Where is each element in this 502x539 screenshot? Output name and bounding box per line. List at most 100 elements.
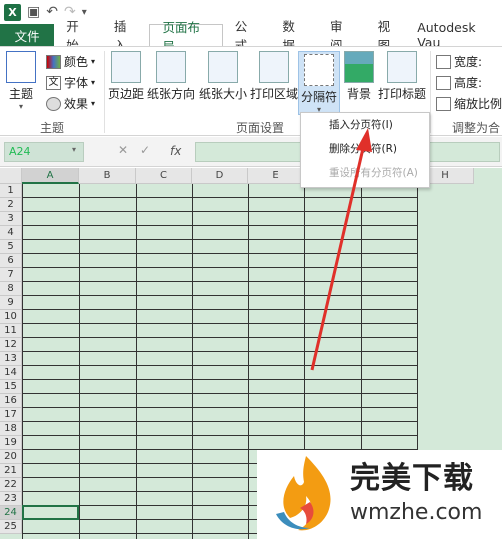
gridline-horizontal xyxy=(22,225,417,226)
width-control[interactable]: 宽度: xyxy=(436,53,482,70)
gridline-horizontal xyxy=(22,309,417,310)
tab-review[interactable]: 审阅 xyxy=(318,19,366,53)
row-header-21[interactable]: 21 xyxy=(0,464,22,478)
tab-home[interactable]: 开始 xyxy=(54,19,102,53)
row-header-15[interactable]: 15 xyxy=(0,380,22,394)
row-header-24[interactable]: 24 xyxy=(0,506,22,520)
gridline-vertical xyxy=(192,184,193,539)
gridline-horizontal xyxy=(22,379,417,380)
row-header-4[interactable]: 4 xyxy=(0,226,22,240)
save-icon[interactable]: ▣ xyxy=(27,4,40,20)
row-header-8[interactable]: 8 xyxy=(0,282,22,296)
row-header-9[interactable]: 9 xyxy=(0,296,22,310)
tab-formulas[interactable]: 公式 xyxy=(223,19,271,53)
tab-autodesk[interactable]: Autodesk Vau xyxy=(413,20,502,50)
print-titles-button[interactable]: 打印标题 xyxy=(378,51,426,102)
breaks-icon xyxy=(304,54,334,86)
gridline-horizontal xyxy=(22,407,417,408)
selected-cell-a24[interactable] xyxy=(22,505,79,520)
margins-icon xyxy=(111,51,141,83)
print-area-icon xyxy=(259,51,289,83)
gridline-horizontal xyxy=(22,323,417,324)
column-header-b[interactable]: B xyxy=(79,168,136,184)
ribbon-tabs: 文件 开始 插入 页面布局 公式 数据 审阅 视图 Autodesk Vau xyxy=(0,19,502,54)
colors-icon xyxy=(46,54,61,69)
gridline-vertical xyxy=(22,184,23,539)
gridline-horizontal xyxy=(22,267,417,268)
gridline-horizontal xyxy=(22,337,417,338)
row-header-5[interactable]: 5 xyxy=(0,240,22,254)
orientation-icon xyxy=(156,51,186,83)
tab-data[interactable]: 数据 xyxy=(270,19,318,53)
row-header-25[interactable]: 25 xyxy=(0,520,22,534)
gridline-vertical xyxy=(248,184,249,539)
undo-icon[interactable]: ↶ xyxy=(46,4,58,20)
formula-cancel-enter-icons[interactable]: ✕✓ xyxy=(118,143,162,157)
gridline-vertical xyxy=(136,184,137,539)
scale-icon xyxy=(436,96,451,111)
effects-icon xyxy=(46,96,61,111)
gridline-vertical xyxy=(79,184,80,539)
tab-view[interactable]: 视图 xyxy=(366,19,414,53)
row-header-12[interactable]: 12 xyxy=(0,338,22,352)
print-area-button[interactable]: 打印区域 xyxy=(250,51,298,102)
row-header-7[interactable]: 7 xyxy=(0,268,22,282)
row-header-3[interactable]: 3 xyxy=(0,212,22,226)
gridline-horizontal xyxy=(22,281,417,282)
background-button[interactable]: 背景 xyxy=(344,51,374,102)
print-titles-icon xyxy=(387,51,417,83)
excel-logo-icon: X xyxy=(4,3,21,21)
background-image-icon xyxy=(344,51,374,83)
row-header-2[interactable]: 2 xyxy=(0,198,22,212)
row-header-22[interactable]: 22 xyxy=(0,478,22,492)
height-icon xyxy=(436,75,451,90)
row-header-14[interactable]: 14 xyxy=(0,366,22,380)
row-header-20[interactable]: 20 xyxy=(0,450,22,464)
row-header-13[interactable]: 13 xyxy=(0,352,22,366)
menu-remove-page-break[interactable]: 删除分页符(R) xyxy=(301,137,429,161)
flame-logo-icon xyxy=(276,456,331,531)
name-box-dropdown-icon[interactable]: ▾ xyxy=(72,145,76,154)
width-icon xyxy=(436,54,451,69)
row-header-18[interactable]: 18 xyxy=(0,422,22,436)
group-label-themes: 主题 xyxy=(40,121,65,135)
tab-file[interactable]: 文件 xyxy=(0,24,55,46)
select-all-corner[interactable] xyxy=(0,168,22,184)
orientation-button[interactable]: 纸张方向 xyxy=(147,51,195,102)
height-control[interactable]: 高度: xyxy=(436,74,482,91)
row-header-23[interactable]: 23 xyxy=(0,492,22,506)
column-header-e[interactable]: E xyxy=(248,168,304,184)
size-button[interactable]: 纸张大小 xyxy=(199,51,247,102)
themes-button[interactable]: 主题 ▾ xyxy=(6,51,36,111)
row-header-1[interactable]: 1 xyxy=(0,184,22,198)
margins-button[interactable]: 页边距 xyxy=(108,51,144,102)
menu-insert-page-break[interactable]: 插入分页符(I) xyxy=(301,113,429,137)
row-header-16[interactable]: 16 xyxy=(0,394,22,408)
gridline-horizontal xyxy=(22,351,417,352)
gridline-horizontal xyxy=(22,365,417,366)
insert-function-button[interactable]: fx xyxy=(170,144,181,158)
row-header-19[interactable]: 19 xyxy=(0,436,22,450)
row-header-10[interactable]: 10 xyxy=(0,310,22,324)
column-header-d[interactable]: D xyxy=(192,168,248,184)
column-header-c[interactable]: C xyxy=(136,168,192,184)
effects-button[interactable]: 效果 ▾ xyxy=(46,95,95,112)
row-header-11[interactable]: 11 xyxy=(0,324,22,338)
gridline-horizontal xyxy=(22,421,417,422)
tab-insert[interactable]: 插入 xyxy=(102,19,150,53)
gridline-horizontal xyxy=(22,211,417,212)
gridline-horizontal xyxy=(22,253,417,254)
watermark-title: 完美下载 xyxy=(350,461,474,496)
column-header-a[interactable]: A xyxy=(22,168,79,184)
fonts-button[interactable]: 文 字体 ▾ xyxy=(46,74,95,91)
breaks-button[interactable]: 分隔符 ▾ xyxy=(298,51,340,115)
gridline-horizontal xyxy=(22,197,417,198)
scale-control[interactable]: 缩放比例 xyxy=(436,95,502,112)
gridline-horizontal xyxy=(22,239,417,240)
gridline-horizontal xyxy=(22,435,417,436)
group-label-scale-to-fit: 调整为合 xyxy=(452,121,501,135)
row-header-6[interactable]: 6 xyxy=(0,254,22,268)
colors-button[interactable]: 颜色 ▾ xyxy=(46,53,95,70)
tab-page-layout[interactable]: 页面布局 xyxy=(149,20,223,54)
row-header-17[interactable]: 17 xyxy=(0,408,22,422)
